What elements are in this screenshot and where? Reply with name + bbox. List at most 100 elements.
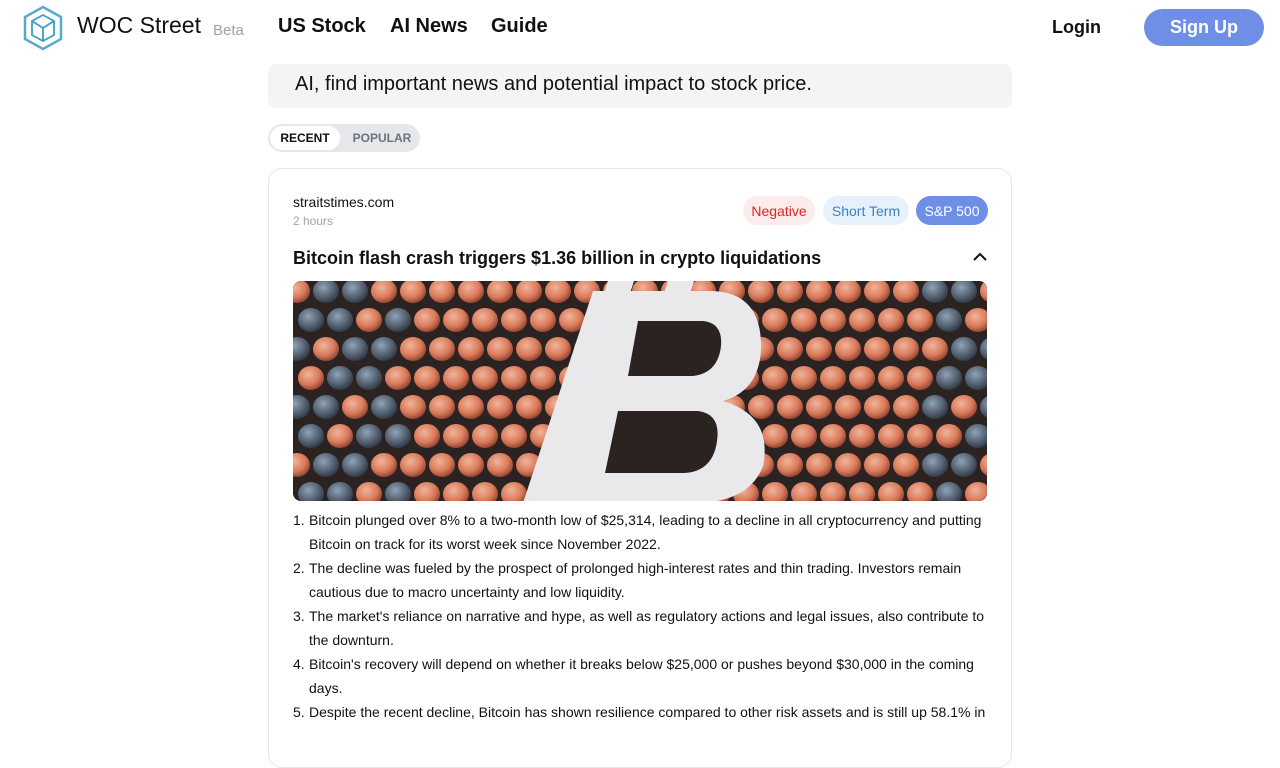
feed-tabs: RECENT POPULAR [268,124,420,152]
decorative-disc [878,424,904,448]
decorative-disc [907,366,933,390]
decorative-disc [385,424,411,448]
decorative-disc [501,366,527,390]
decorative-disc [313,395,339,419]
tagline-banner: AI, find important news and potential im… [268,64,1012,108]
decorative-disc [356,424,382,448]
summary-list: 1. Bitcoin plunged over 8% to a two-month… [293,508,993,724]
cube-logo-icon[interactable] [22,5,64,51]
decorative-disc [443,424,469,448]
beta-label: Beta [213,22,244,39]
decorative-disc [951,395,977,419]
decorative-disc [791,308,817,332]
decorative-disc [443,366,469,390]
decorative-disc [748,395,774,419]
decorative-disc [893,337,919,361]
decorative-disc [777,395,803,419]
decorative-disc [400,453,426,477]
decorative-disc [835,453,861,477]
news-card: straitstimes.com 2 hours Negative Short … [268,168,1012,768]
decorative-disc [849,308,875,332]
chevron-up-icon[interactable] [972,249,988,265]
decorative-disc [835,337,861,361]
decorative-disc [487,337,513,361]
tab-popular[interactable]: POPULAR [346,126,418,150]
decorative-disc [458,337,484,361]
decorative-disc [371,337,397,361]
decorative-disc [429,453,455,477]
decorative-disc [414,366,440,390]
decorative-disc [878,308,904,332]
decorative-disc [530,366,556,390]
decorative-disc [472,366,498,390]
decorative-disc [298,424,324,448]
decorative-disc [864,337,890,361]
term-badge: Short Term [823,196,909,225]
nav-guide[interactable]: Guide [491,15,548,38]
decorative-disc [342,453,368,477]
decorative-disc [936,424,962,448]
decorative-disc [327,308,353,332]
news-time: 2 hours [293,214,334,228]
decorative-disc [472,424,498,448]
list-item: 1. Bitcoin plunged over 8% to a two-month… [293,512,982,552]
decorative-disc [371,453,397,477]
decorative-disc [313,337,339,361]
decorative-disc [835,395,861,419]
nav-ai-news[interactable]: AI News [390,15,468,38]
decorative-disc [313,453,339,477]
decorative-disc [429,395,455,419]
decorative-disc [777,337,803,361]
nav-us-stock[interactable]: US Stock [278,15,366,38]
decorative-disc [356,308,382,332]
decorative-disc [849,366,875,390]
decorative-disc [922,395,948,419]
decorative-disc [907,308,933,332]
decorative-disc [443,308,469,332]
decorative-disc [806,453,832,477]
decorative-disc [545,337,571,361]
login-button[interactable]: Login [1052,17,1101,38]
top-navbar: WOC Street Beta US Stock AI News Guide L… [0,0,1280,56]
decorative-disc [501,424,527,448]
brand-name[interactable]: WOC Street [77,12,201,39]
list-item: 3. The market's reliance on narrative and… [293,608,985,648]
decorative-disc [893,395,919,419]
decorative-disc [327,366,353,390]
index-badge[interactable]: S&P 500 [916,196,988,225]
decorative-disc [791,424,817,448]
decorative-disc [385,308,411,332]
decorative-disc [762,366,788,390]
signup-button[interactable]: Sign Up [1144,9,1264,46]
list-item: 4. Bitcoin's recovery will depend on whet… [293,656,974,696]
decorative-disc [458,395,484,419]
decorative-disc [936,308,962,332]
decorative-disc [820,308,846,332]
decorative-disc [820,424,846,448]
list-item: 2. The decline was fueled by the prospect… [293,560,962,600]
decorative-disc [907,424,933,448]
decorative-disc [516,395,542,419]
decorative-disc [951,453,977,477]
decorative-disc [400,395,426,419]
decorative-disc [806,337,832,361]
news-title[interactable]: Bitcoin flash crash triggers $1.36 billi… [293,248,821,269]
decorative-disc [849,424,875,448]
decorative-disc [762,308,788,332]
decorative-disc [371,395,397,419]
decorative-disc [327,424,353,448]
decorative-disc [298,366,324,390]
decorative-disc [820,366,846,390]
news-source[interactable]: straitstimes.com [293,194,394,210]
decorative-disc [414,424,440,448]
decorative-disc [356,366,382,390]
decorative-disc [458,453,484,477]
decorative-disc [864,395,890,419]
decorative-disc [516,337,542,361]
decorative-disc [936,366,962,390]
tab-recent[interactable]: RECENT [270,126,340,150]
decorative-disc [472,308,498,332]
decorative-disc [530,308,556,332]
decorative-disc [342,337,368,361]
decorative-disc [806,395,832,419]
